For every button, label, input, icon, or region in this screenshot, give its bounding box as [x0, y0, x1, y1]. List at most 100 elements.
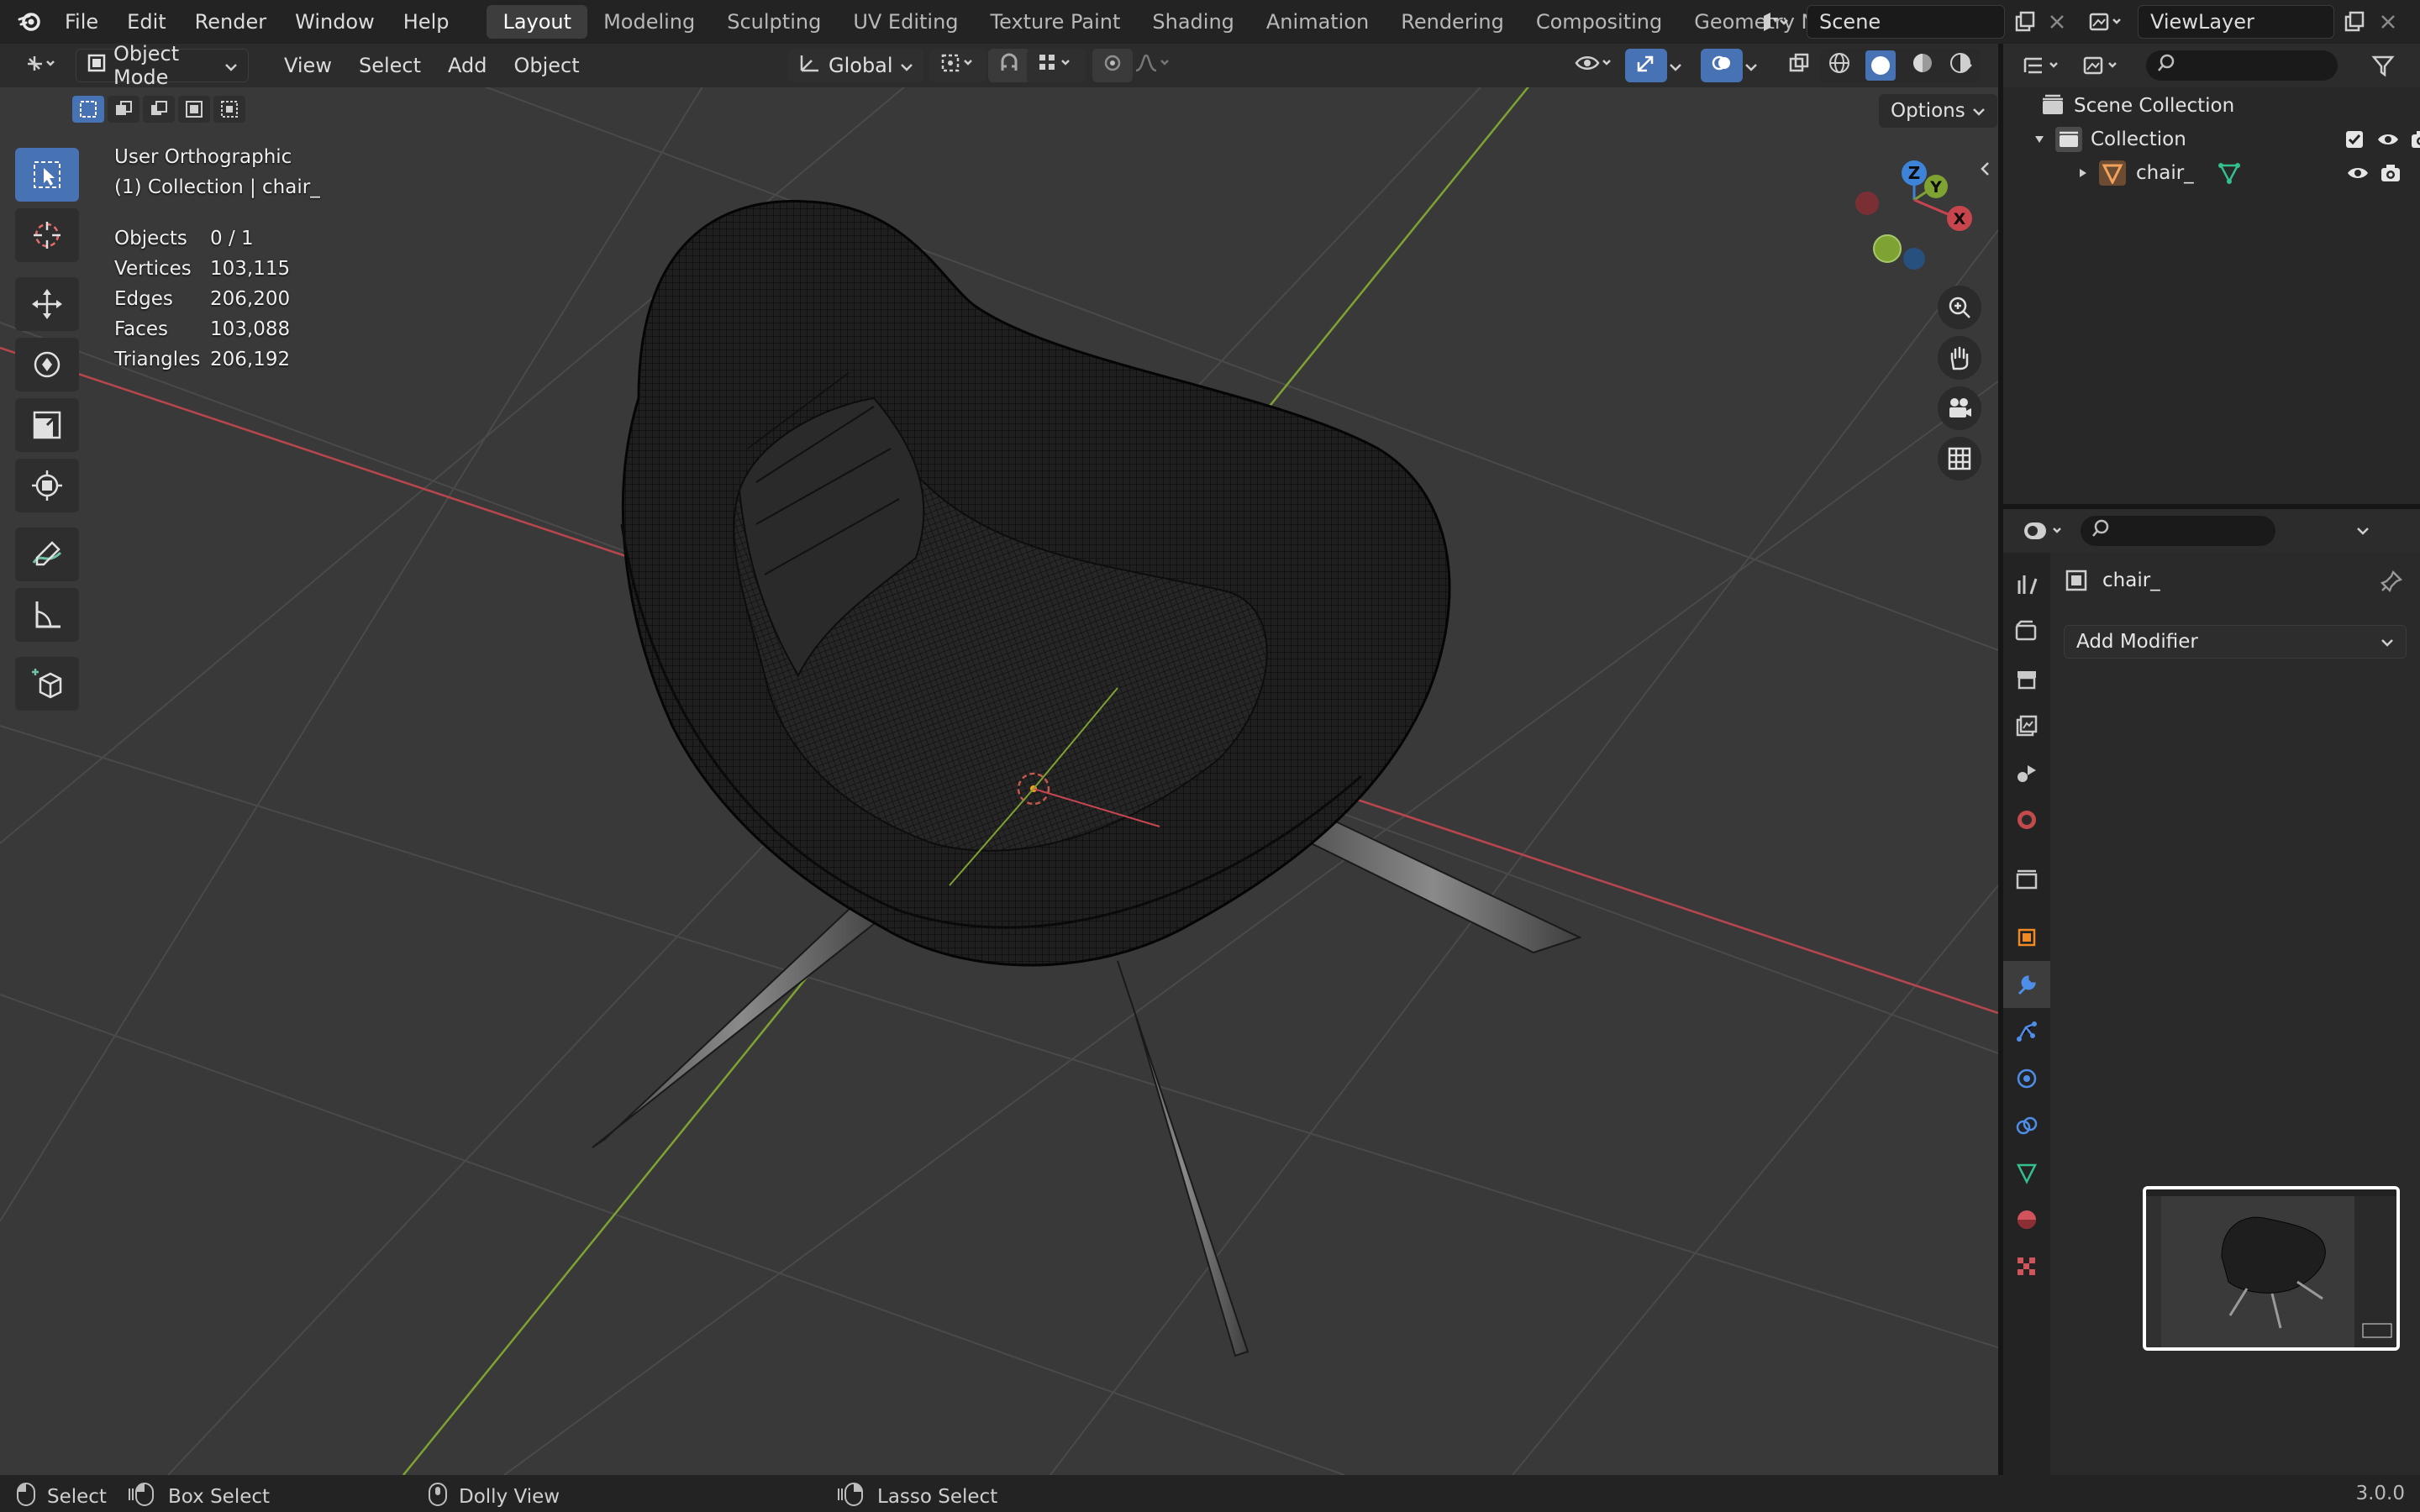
solid-shading-icon[interactable] — [1865, 50, 1897, 81]
snap-target-dropdown[interactable] — [1027, 49, 1086, 82]
move-tool[interactable] — [15, 277, 79, 331]
material-tab-icon[interactable] — [2003, 1196, 2050, 1243]
falloff-dropdown[interactable] — [1124, 49, 1185, 82]
add-modifier-dropdown[interactable]: Add Modifier — [2064, 625, 2407, 659]
pivot-point-dropdown[interactable] — [929, 49, 986, 82]
gizmo-z-axis[interactable]: Z — [1902, 160, 1927, 186]
sidebar-toggle-chevron-icon[interactable] — [1978, 160, 1993, 183]
tab-texture-paint[interactable]: Texture Paint — [975, 5, 1137, 39]
expand-triangle-right-icon[interactable] — [2077, 167, 2089, 179]
perspective-grid-icon[interactable] — [1938, 437, 1981, 480]
blender-logo-icon[interactable] — [10, 2, 50, 42]
transform-orientation-dropdown[interactable]: Global — [788, 49, 923, 82]
select-subtract-icon[interactable] — [143, 96, 175, 123]
delete-view-layer-icon[interactable] — [2371, 5, 2405, 39]
zoom-icon[interactable] — [1938, 286, 1981, 329]
eye-icon[interactable] — [2346, 165, 2370, 181]
snap-toggle[interactable] — [988, 49, 1030, 82]
scene-collection-row[interactable]: Scene Collection — [2040, 89, 2234, 123]
tab-layout[interactable]: Layout — [487, 5, 588, 39]
overlays-toggle[interactable] — [1701, 49, 1743, 82]
editor-type-dropdown[interactable] — [15, 49, 67, 82]
eye-icon[interactable] — [2376, 131, 2400, 148]
measure-tool[interactable] — [15, 588, 79, 642]
transform-tool[interactable] — [15, 459, 79, 512]
pin-icon[interactable] — [2380, 570, 2403, 593]
collection-tab-icon[interactable] — [2003, 855, 2050, 902]
scale-tool[interactable] — [15, 398, 79, 452]
select-extend-icon[interactable] — [108, 96, 139, 123]
scene-tab-icon[interactable] — [2003, 749, 2050, 796]
tab-sculpting[interactable]: Sculpting — [711, 5, 837, 39]
physics-tab-icon[interactable] — [2003, 1055, 2050, 1102]
modifier-wrench-tab-icon[interactable] — [2003, 961, 2050, 1008]
tab-rendering[interactable]: Rendering — [1385, 5, 1520, 39]
scene-selector-icon[interactable] — [1753, 5, 1797, 39]
menu-add[interactable]: Add — [434, 54, 500, 77]
add-cube-tool[interactable] — [15, 657, 79, 711]
view-layer-field[interactable]: ViewLayer — [2138, 5, 2334, 39]
tab-shading[interactable]: Shading — [1136, 5, 1250, 39]
cursor-tool[interactable] — [15, 208, 79, 262]
constraints-tab-icon[interactable] — [2003, 1102, 2050, 1149]
editor-type-properties-icon[interactable] — [2022, 518, 2072, 543]
filter-icon[interactable] — [2371, 54, 2395, 77]
camera-render-icon[interactable] — [2380, 163, 2402, 183]
wireframe-shading-icon[interactable] — [1828, 51, 1851, 80]
outliner-search-field[interactable] — [2146, 50, 2338, 81]
select-new-icon[interactable] — [72, 96, 104, 123]
object-row-chair[interactable]: chair_ — [2077, 156, 2417, 190]
menu-help[interactable]: Help — [389, 0, 464, 44]
gizmo-toggle[interactable] — [1625, 49, 1667, 82]
camera-render-icon[interactable] — [2410, 129, 2420, 150]
menu-window[interactable]: Window — [281, 0, 389, 44]
scene-name-field[interactable]: Scene — [1807, 5, 2005, 39]
delete-scene-icon[interactable] — [2040, 5, 2074, 39]
visibility-dropdown[interactable] — [1565, 49, 1623, 82]
new-view-layer-icon[interactable] — [2338, 5, 2371, 39]
menu-object[interactable]: Object — [500, 54, 592, 77]
expand-triangle-icon[interactable] — [2033, 134, 2045, 145]
tab-animation[interactable]: Animation — [1250, 5, 1385, 39]
pan-hand-icon[interactable] — [1938, 336, 1981, 380]
output-tab-icon[interactable] — [2003, 655, 2050, 702]
menu-view[interactable]: View — [271, 54, 345, 77]
render-tab-icon[interactable] — [2003, 608, 2050, 655]
select-intersect-icon[interactable] — [213, 96, 245, 123]
tool-settings-tab-icon[interactable] — [2003, 561, 2050, 608]
object-data-tab-icon[interactable] — [2003, 1149, 2050, 1196]
new-scene-icon[interactable] — [2008, 5, 2042, 39]
properties-search-field[interactable] — [2081, 516, 2275, 546]
world-tab-icon[interactable] — [2003, 796, 2050, 843]
select-invert-icon[interactable] — [178, 96, 210, 123]
texture-tab-icon[interactable] — [2003, 1243, 2050, 1290]
menu-edit[interactable]: Edit — [113, 0, 180, 44]
tab-modeling[interactable]: Modeling — [587, 5, 711, 39]
gizmo-dropdown[interactable] — [1664, 49, 1687, 82]
screenshot-thumbnail[interactable] — [2143, 1186, 2400, 1351]
tab-compositing[interactable]: Compositing — [1520, 5, 1678, 39]
material-preview-shading-icon[interactable] — [1911, 51, 1934, 80]
mode-dropdown[interactable]: Object Mode — [76, 42, 249, 89]
view-layer-selector-icon[interactable] — [2081, 5, 2133, 39]
gizmo-y-axis[interactable]: Y — [1924, 175, 1948, 198]
editor-type-outliner-icon[interactable] — [2022, 55, 2069, 76]
navigation-gizmo[interactable]: Z Y X — [1840, 155, 1975, 272]
view-layer-tab-icon[interactable] — [2003, 702, 2050, 749]
3d-viewport[interactable]: User Orthographic (1) Collection | chair… — [0, 87, 1998, 1475]
menu-select[interactable]: Select — [345, 54, 434, 77]
tab-uv-editing[interactable]: UV Editing — [837, 5, 974, 39]
menu-render[interactable]: Render — [181, 0, 281, 44]
rotate-tool[interactable] — [15, 338, 79, 391]
shading-dropdown[interactable] — [1954, 49, 1978, 82]
xray-toggle[interactable] — [1778, 49, 1820, 82]
particles-tab-icon[interactable] — [2003, 1008, 2050, 1055]
annotate-tool[interactable] — [15, 528, 79, 581]
checkbox-checked-icon[interactable] — [2344, 129, 2365, 150]
options-dropdown[interactable]: Options — [1879, 94, 1997, 128]
menu-file[interactable]: File — [50, 0, 113, 44]
display-mode-icon[interactable] — [2082, 55, 2129, 76]
mesh-data-icon[interactable] — [2217, 161, 2241, 185]
overlays-dropdown[interactable] — [1739, 49, 1763, 82]
gizmo-x-axis[interactable]: X — [1947, 206, 1972, 231]
